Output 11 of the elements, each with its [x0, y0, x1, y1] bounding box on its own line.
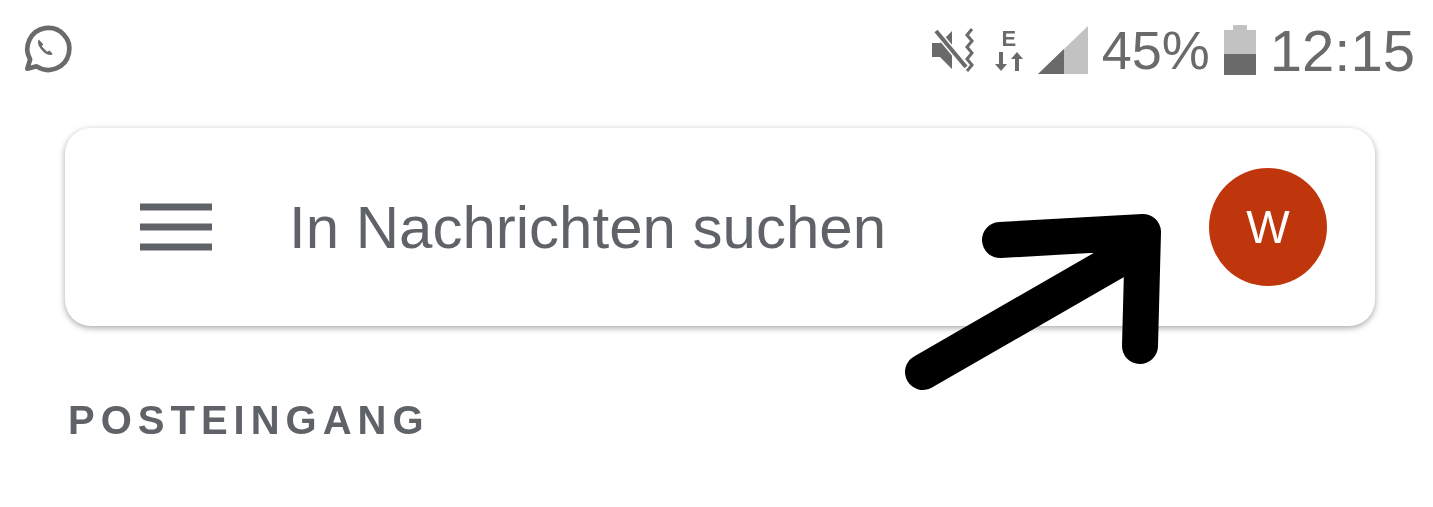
account-avatar[interactable]: W [1209, 168, 1327, 286]
search-placeholder: In Nachrichten suchen [289, 192, 887, 262]
search-bar[interactable]: In Nachrichten suchen W [65, 128, 1375, 326]
battery-percent: 45% [1101, 19, 1210, 81]
signal-icon [1037, 26, 1088, 74]
section-heading: POSTEINGANG [68, 398, 430, 442]
battery-icon [1223, 25, 1256, 75]
network-type: E [1001, 28, 1017, 50]
menu-icon[interactable] [140, 203, 212, 251]
clock-time: 12:15 [1269, 16, 1415, 84]
data-transfer-icon [993, 50, 1024, 72]
